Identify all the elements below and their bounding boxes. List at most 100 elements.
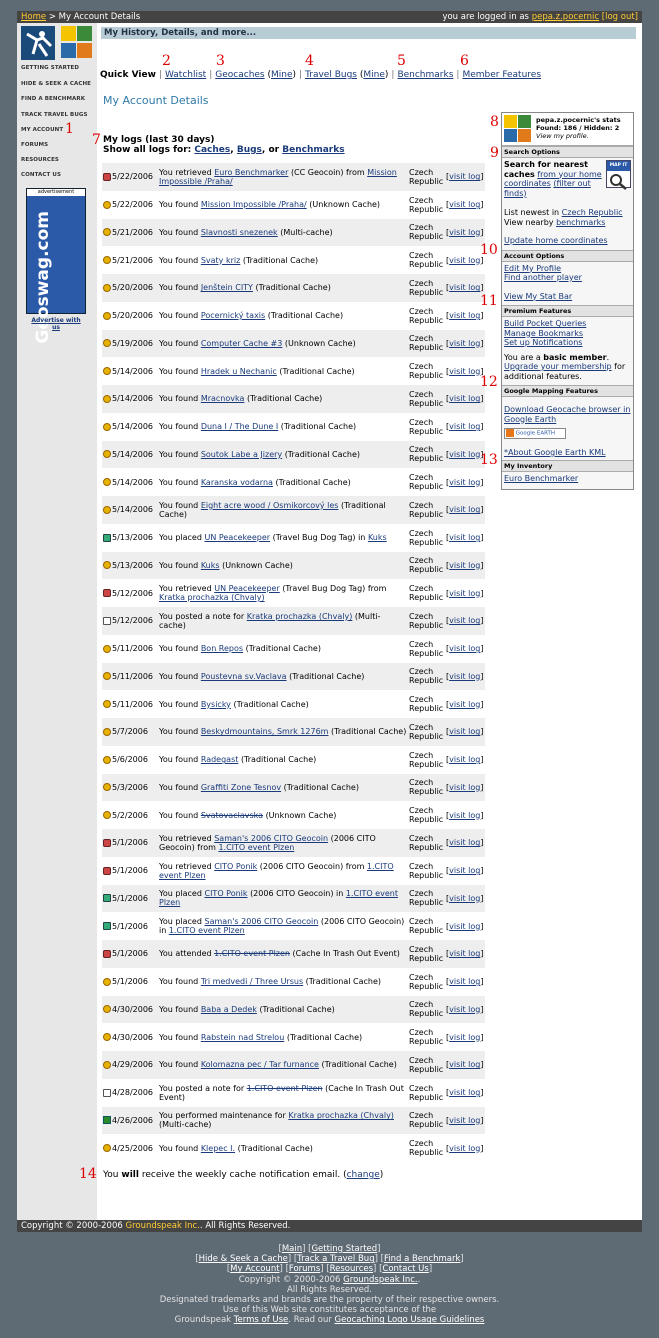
tab-quick-view[interactable]: Quick View <box>100 70 156 80</box>
inventory-item[interactable]: Euro Benchmarker <box>504 474 631 484</box>
log-cache-link-2[interactable]: Kuks <box>368 533 387 542</box>
tab-watchlist[interactable]: Watchlist <box>165 70 206 80</box>
tab-geocaches-mine[interactable]: Mine <box>271 70 293 80</box>
nav-find-benchmark[interactable]: FIND A BENCHMARK <box>21 96 85 102</box>
visit-log-link[interactable]: visit log <box>449 228 480 237</box>
visit-log-link[interactable]: visit log <box>449 977 480 986</box>
log-cache-link[interactable]: Euro Benchmarker <box>214 168 288 177</box>
username-link[interactable]: pepa.z.pocernic <box>532 12 599 22</box>
footer-terms-link[interactable]: Terms of Use <box>234 1315 289 1325</box>
visit-log-link[interactable]: visit log <box>449 783 480 792</box>
download-ge-link[interactable]: Download Geocache browser in Google Eart… <box>504 405 631 424</box>
log-cache-link[interactable]: Tri medvedi / Three Ursus <box>201 977 303 986</box>
log-cache-link-2[interactable]: 1.CITO event Plzen <box>169 926 245 935</box>
tab-travel-bugs-mine[interactable]: Mine <box>363 70 385 80</box>
log-cache-link[interactable]: Mracnovka <box>201 394 245 403</box>
log-cache-link-2[interactable]: Kratka prochazka (Chvaly) <box>159 593 265 602</box>
view-profile-link[interactable]: View my profile. <box>536 132 621 140</box>
geocaching-logo[interactable] <box>21 26 93 60</box>
log-cache-link[interactable]: Radegast <box>201 755 239 764</box>
log-cache-link[interactable]: Mission Impossible /Praha/ <box>201 200 307 209</box>
show-all-caches-link[interactable]: Caches <box>194 145 230 155</box>
visit-log-link[interactable]: visit log <box>449 727 480 736</box>
log-cache-link[interactable]: Poustevna sv.Vaclava <box>201 672 287 681</box>
footer-logo-guidelines-link[interactable]: Geocaching Logo Usage Guidelines <box>335 1315 485 1325</box>
logout-link[interactable]: [log out] <box>602 12 638 22</box>
visit-log-link[interactable]: visit log <box>449 644 480 653</box>
log-cache-link[interactable]: Eight acre wood / Osmikorcový les <box>201 501 339 510</box>
ad-banner[interactable]: advertisement Geoswag.com <box>26 188 86 344</box>
footer-find-benchmark[interactable]: Find a Benchmark <box>384 1254 460 1264</box>
log-cache-link[interactable]: Svatovaclavska <box>201 811 263 820</box>
log-cache-link[interactable]: UN Peacekeeper <box>214 584 280 593</box>
advertise-link[interactable]: Advertise with us <box>30 317 82 331</box>
log-cache-link[interactable]: Klepec I. <box>201 1144 235 1153</box>
visit-log-link[interactable]: visit log <box>449 949 480 958</box>
visit-log-link[interactable]: visit log <box>449 256 480 265</box>
visit-log-link[interactable]: visit log <box>449 1033 480 1042</box>
tab-benchmarks[interactable]: Benchmarks <box>397 70 453 80</box>
log-cache-link[interactable]: 1.CITO event Plzen <box>214 949 290 958</box>
log-cache-link[interactable]: UN Peacekeeper <box>204 533 270 542</box>
log-cache-link[interactable]: Duna I / The Dune I <box>201 422 278 431</box>
nav-contact-us[interactable]: CONTACT US <box>21 172 61 178</box>
log-cache-link-2[interactable]: 1.CITO event Plzen <box>218 843 294 852</box>
benchmarks-link[interactable]: benchmarks <box>556 218 605 227</box>
copyright-company[interactable]: Groundspeak Inc. <box>125 1221 199 1231</box>
log-cache-link[interactable]: Rabstein nad Strelou <box>201 1033 284 1042</box>
log-cache-link[interactable]: Computer Cache #3 <box>201 339 283 348</box>
footer-main[interactable]: Main <box>282 1244 302 1254</box>
upgrade-link[interactable]: Upgrade your membership <box>504 362 612 371</box>
manage-bookmarks-link[interactable]: Manage Bookmarks <box>504 329 631 339</box>
tab-member-features[interactable]: Member Features <box>462 70 541 80</box>
footer-my-account[interactable]: My Account <box>230 1264 279 1274</box>
visit-log-link[interactable]: visit log <box>449 700 480 709</box>
edit-profile-link[interactable]: Edit My Profile <box>504 264 631 274</box>
log-cache-link[interactable]: Saman's 2006 CITO Geocoin <box>204 917 318 926</box>
visit-log-link[interactable]: visit log <box>449 561 480 570</box>
log-cache-link[interactable]: Bysicky <box>201 700 231 709</box>
log-cache-link[interactable]: Kratka prochazka (Chvaly) <box>288 1111 394 1120</box>
visit-log-link[interactable]: visit log <box>449 616 480 625</box>
visit-log-link[interactable]: visit log <box>449 866 480 875</box>
log-cache-link[interactable]: Karanska vodarna <box>201 478 273 487</box>
log-cache-link[interactable]: Kratka prochazka (Chvaly) <box>247 612 353 621</box>
visit-log-link[interactable]: visit log <box>449 450 480 459</box>
log-cache-link[interactable]: Bon Repos <box>201 644 243 653</box>
visit-log-link[interactable]: visit log <box>449 505 480 514</box>
visit-log-link[interactable]: visit log <box>449 922 480 931</box>
nav-resources[interactable]: RESOURCES <box>21 157 59 163</box>
log-cache-link[interactable]: Saman's 2006 CITO Geocoin <box>214 834 328 843</box>
nav-getting-started[interactable]: GETTING STARTED <box>21 65 79 71</box>
visit-log-link[interactable]: visit log <box>449 589 480 598</box>
log-cache-link[interactable]: Jenštein CITY <box>201 283 253 292</box>
log-cache-link[interactable]: Soutok Labe a Jizery <box>201 450 282 459</box>
tab-travel-bugs[interactable]: Travel Bugs <box>305 70 357 80</box>
visit-log-link[interactable]: visit log <box>449 533 480 542</box>
visit-log-link[interactable]: visit log <box>449 811 480 820</box>
pocket-queries-link[interactable]: Build Pocket Queries <box>504 319 631 329</box>
update-home-link[interactable]: Update home coordinates <box>504 236 631 246</box>
log-cache-link[interactable]: Graffiti Zone Tesnov <box>201 783 281 792</box>
footer-hide-seek[interactable]: Hide & Seek a Cache <box>199 1254 288 1264</box>
visit-log-link[interactable]: visit log <box>449 172 480 181</box>
visit-log-link[interactable]: visit log <box>449 755 480 764</box>
footer-contact[interactable]: Contact Us <box>382 1264 428 1274</box>
footer-resources[interactable]: Resources <box>330 1264 373 1274</box>
visit-log-link[interactable]: visit log <box>449 1060 480 1069</box>
visit-log-link[interactable]: visit log <box>449 1116 480 1125</box>
log-cache-link[interactable]: Baba a Dedek <box>201 1005 257 1014</box>
log-cache-link[interactable]: Svaty kriz <box>201 256 240 265</box>
visit-log-link[interactable]: visit log <box>449 367 480 376</box>
show-all-benchmarks-link[interactable]: Benchmarks <box>282 145 344 155</box>
visit-log-link[interactable]: visit log <box>449 339 480 348</box>
visit-log-link[interactable]: visit log <box>449 672 480 681</box>
find-player-link[interactable]: Find another player <box>504 273 631 283</box>
visit-log-link[interactable]: visit log <box>449 838 480 847</box>
log-cache-link[interactable]: 1.CITO event Plzen <box>247 1084 323 1093</box>
visit-log-link[interactable]: visit log <box>449 394 480 403</box>
show-all-bugs-link[interactable]: Bugs <box>237 145 262 155</box>
nav-my-account[interactable]: MY ACCOUNT <box>21 127 63 133</box>
nav-track-travel-bugs[interactable]: TRACK TRAVEL BUGS <box>21 112 88 118</box>
log-cache-link[interactable]: Kuks <box>201 561 220 570</box>
